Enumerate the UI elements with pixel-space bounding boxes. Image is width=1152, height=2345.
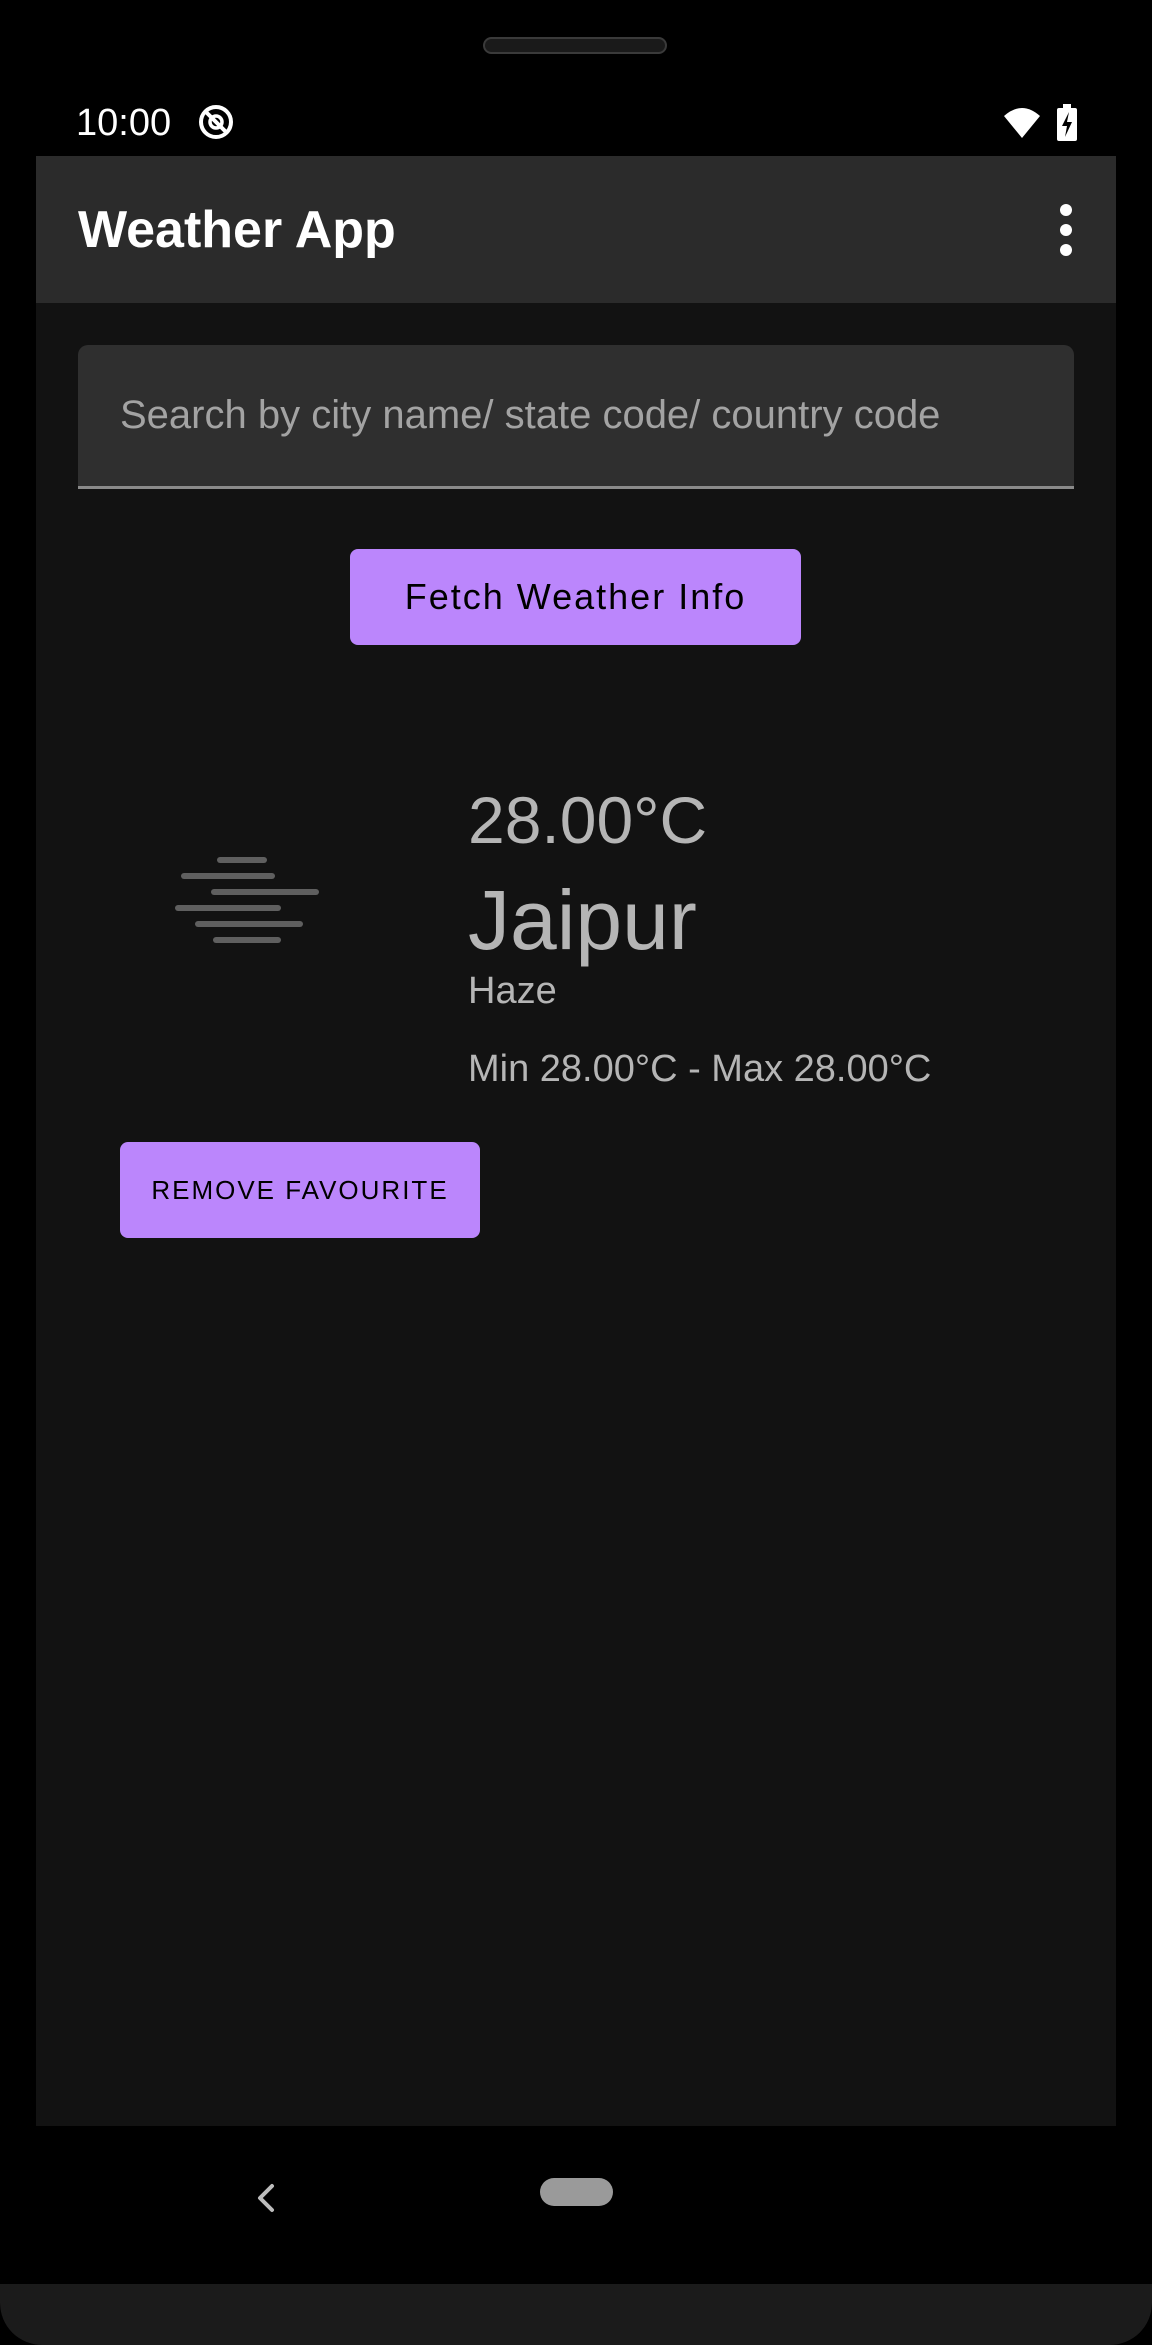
fetch-weather-button[interactable]: Fetch Weather Info (350, 549, 801, 645)
navigation-bar (0, 2126, 1152, 2256)
weather-condition: Haze (468, 970, 557, 1012)
remove-favourite-button[interactable]: REMOVE FAVOURITE (120, 1142, 480, 1238)
device-bottom-bezel (0, 2284, 1152, 2345)
min-max-temperature: Min 28.00°C - Max 28.00°C (468, 1048, 932, 1090)
device-frame: 10:00 Weather App Fetch Weather In (0, 0, 1152, 2345)
home-pill-icon[interactable] (540, 2178, 613, 2206)
status-time: 10:00 (76, 102, 172, 144)
do-not-disturb-icon (199, 105, 233, 139)
app-bar: Weather App (36, 156, 1116, 303)
haze-icon (175, 857, 319, 943)
app-screen: Weather App Fetch Weather Info 28.00°C J… (36, 156, 1116, 2126)
earpiece-speaker (483, 37, 667, 54)
wifi-icon (1004, 108, 1040, 138)
temperature-text: 28.00°C (468, 783, 708, 857)
more-vert-icon[interactable] (1046, 204, 1086, 256)
menu-dot (1060, 204, 1072, 216)
menu-dot (1060, 224, 1072, 236)
menu-dot (1060, 244, 1072, 256)
search-input[interactable] (120, 387, 1040, 443)
back-icon[interactable] (246, 2178, 286, 2218)
status-bar: 10:00 (36, 96, 1116, 156)
app-title: Weather App (78, 201, 396, 259)
search-field[interactable] (78, 345, 1074, 489)
battery-charging-icon (1057, 104, 1077, 141)
city-name: Jaipur (468, 873, 697, 967)
